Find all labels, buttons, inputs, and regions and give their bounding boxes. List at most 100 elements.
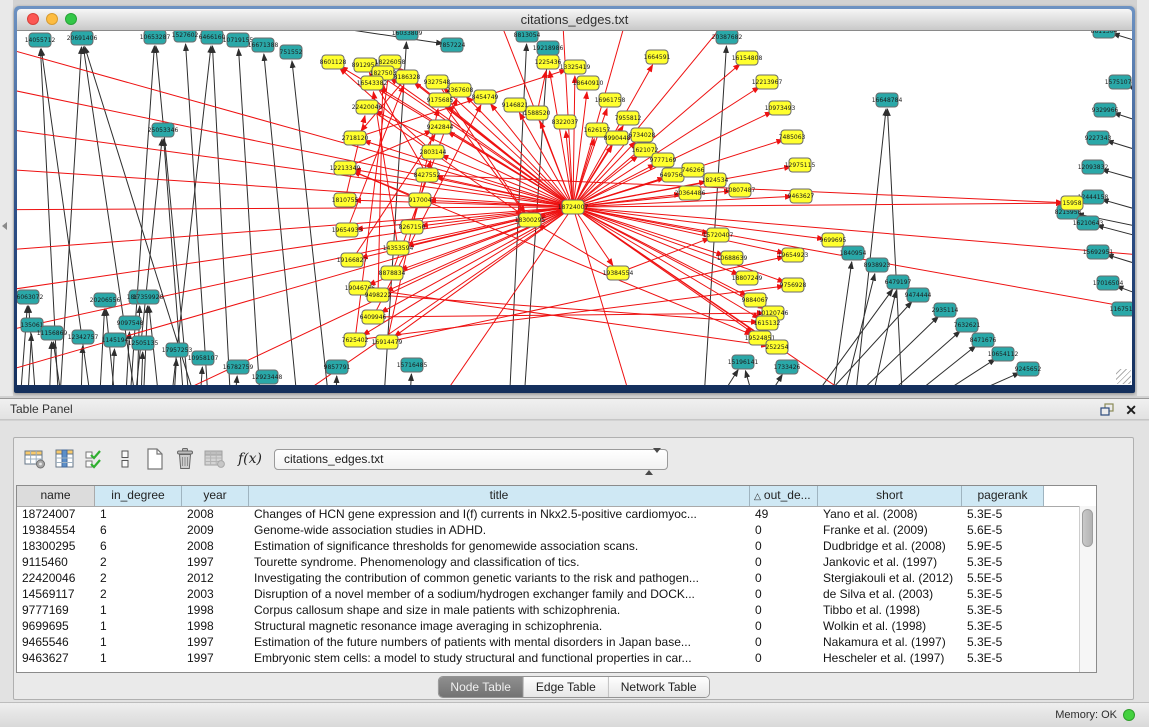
vertical-scrollbar[interactable] [1079,506,1096,672]
tab-node-table[interactable]: Node Table [438,677,524,697]
create-column-icon[interactable] [140,445,170,473]
column-header-short[interactable]: short [818,486,962,506]
network-node[interactable]: 6466160 [199,31,226,44]
column-header-pagerank[interactable]: pagerank [962,486,1044,506]
window-resize-grip[interactable] [1116,369,1131,384]
network-node[interactable]: 20364486 [675,186,706,200]
select-all-icon[interactable] [80,445,110,473]
network-node[interactable]: 7632621 [954,318,981,332]
network-node[interactable]: 12505135 [128,336,159,350]
network-node[interactable]: 10973493 [765,101,796,115]
network-node[interactable]: 9777169 [650,153,677,167]
network-node[interactable]: 19654933 [332,223,363,237]
network-node[interactable]: 9857791 [324,360,351,374]
memory-status-icon[interactable] [1123,709,1135,721]
table-row[interactable]: 911546021997Tourette syndrome. Phenomeno… [17,555,1096,571]
scrollbar-thumb[interactable] [1082,509,1093,547]
delete-table-icon[interactable] [200,445,230,473]
network-node[interactable]: 25053346 [148,123,179,137]
table-row[interactable]: 1456911722003Disruption of a novel membe… [17,587,1096,603]
network-canvas[interactable]: 1405571220691406106532871527602646616010… [17,31,1132,385]
network-node[interactable]: 1810755 [332,193,359,207]
network-node[interactable]: 12923448 [252,370,283,384]
table-row[interactable]: 946554611997Estimation of the future num… [17,635,1096,651]
network-node[interactable]: 751552 [280,45,303,59]
network-node[interactable]: 1588520 [524,106,551,120]
column-header-out_degree[interactable]: △out_de... [750,486,818,506]
network-node[interactable]: 8322037 [552,115,579,129]
network-node[interactable]: 16914479 [372,335,403,349]
network-node[interactable]: 12975115 [785,158,816,172]
network-node[interactable]: 12213349 [330,161,361,175]
network-node[interactable]: 2803144 [420,145,447,159]
network-node[interactable]: 7857224 [439,38,466,52]
network-node[interactable]: 1664591 [644,50,671,64]
network-node[interactable]: 8267150 [399,220,426,234]
network-node[interactable]: 16671388 [248,38,279,52]
network-node[interactable]: 9097548 [117,316,144,330]
network-node[interactable]: 9463627 [788,189,815,203]
network-node[interactable]: 10653287 [140,31,171,44]
network-node[interactable]: 7625402 [342,333,369,347]
network-node[interactable]: 9474444 [905,288,932,302]
network-node[interactable]: 917004 [409,193,432,207]
table-row[interactable]: 946362711997Embryonic stem cells: a mode… [17,651,1096,667]
network-node[interactable]: 8601128 [320,55,347,69]
network-node[interactable]: 1824534 [702,173,729,187]
network-node[interactable]: 1733426 [774,360,801,374]
network-node[interactable]: 19654923 [778,248,809,262]
network-node[interactable]: 12213967 [752,75,783,89]
network-node[interactable]: 18300295 [515,213,546,227]
network-node[interactable]: 8938923 [864,258,891,272]
network-node[interactable]: 9242844 [427,120,454,134]
network-node[interactable]: 18724007 [558,200,589,214]
panel-collapse-arrow[interactable] [2,222,7,230]
network-node[interactable]: 1167511 [1110,302,1132,316]
table-row[interactable]: 1872400712008Changes of HCN gene express… [17,507,1096,523]
network-node[interactable]: 9245652 [1015,362,1042,376]
network-node[interactable]: 252254 [766,340,789,354]
network-node[interactable]: 10654112 [988,347,1019,361]
network-node[interactable]: 8878834 [379,266,406,280]
network-node[interactable]: 18807249 [732,271,763,285]
network-node[interactable]: 15958 [1061,196,1083,210]
column-header-year[interactable]: year [182,486,249,506]
tab-network-table[interactable]: Network Table [609,677,709,697]
network-node[interactable]: 12342757 [68,330,99,344]
network-node[interactable]: 9175685 [427,93,454,107]
network-node[interactable]: 9227343 [1085,131,1112,145]
network-node[interactable]: 1225436 [535,55,562,69]
network-node[interactable]: 13325419 [560,60,591,74]
column-header-name[interactable]: name [17,486,95,506]
network-node[interactable]: 15692951 [1083,245,1114,259]
network-node[interactable]: 19166827 [337,253,368,267]
delete-column-icon[interactable] [170,445,200,473]
network-node[interactable]: 15751074 [1105,75,1132,89]
network-node[interactable]: 8990448 [604,131,631,145]
network-node[interactable]: 14055712 [25,33,56,47]
network-node[interactable]: 9884067 [742,293,769,307]
network-node[interactable]: 26063072 [17,290,43,304]
network-node[interactable]: 16782759 [223,360,254,374]
network-node[interactable]: 9498222 [365,288,392,302]
network-node[interactable]: 16210643 [1073,216,1104,230]
network-node[interactable]: 746266 [682,163,705,177]
network-node[interactable]: 15716485 [397,358,428,372]
network-node[interactable]: 8454749 [472,90,499,104]
network-node[interactable]: 22420046 [352,100,383,114]
network-node[interactable]: 11156869 [37,326,68,340]
table-mode-icon[interactable] [20,445,50,473]
network-node[interactable]: 16154808 [732,51,763,65]
network-node[interactable]: 6479197 [885,275,912,289]
table-row[interactable]: 2242004622012Investigating the contribut… [17,571,1096,587]
network-node[interactable]: 2935114 [932,303,959,317]
network-node[interactable]: 16033809 [392,31,423,40]
network-node[interactable]: 8813054 [514,31,541,42]
network-node[interactable]: 8427552 [414,168,441,182]
network-node[interactable]: 1840954 [840,246,867,260]
network-node[interactable]: 19218986 [533,41,564,55]
table-row[interactable]: 1938455462009Genome-wide association stu… [17,523,1096,539]
network-node[interactable]: 1145194 [102,333,129,347]
network-node[interactable]: 10807487 [725,183,756,197]
network-node[interactable]: 20387682 [712,31,743,44]
